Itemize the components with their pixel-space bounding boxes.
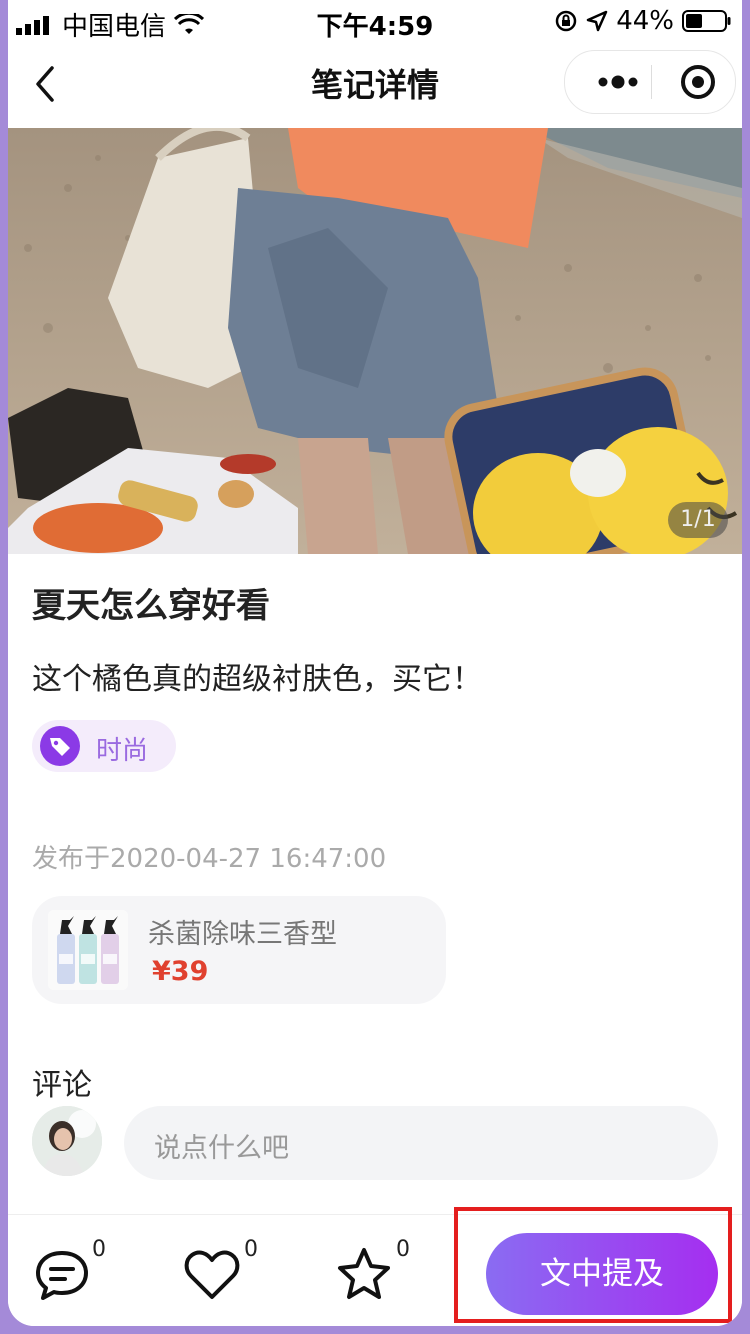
location-icon — [586, 10, 608, 32]
phone-screen: 中国电信 下午4:59 44% 笔记详情 1/1 夏天怎么穿好看 这个橘色真的超… — [8, 0, 742, 1326]
comments-heading: 评论 — [32, 1068, 92, 1103]
heart-icon — [184, 1250, 240, 1299]
orientation-lock-icon — [555, 10, 577, 32]
product-card[interactable]: 杀菌除味三香型 ¥39 — [32, 896, 446, 1004]
like-count: 0 — [244, 1237, 258, 1262]
avatar — [32, 1106, 102, 1176]
comment-icon — [36, 1251, 88, 1300]
favorite-button[interactable]: 0 — [334, 1233, 424, 1313]
nav-bar: 笔记详情 — [8, 44, 742, 128]
publish-time: 发布于2020-04-27 16:47:00 — [32, 844, 387, 874]
favorite-count: 0 — [396, 1237, 410, 1262]
comment-input[interactable]: 说点什么吧 — [124, 1106, 718, 1180]
product-price: ¥39 — [152, 956, 209, 987]
more-button[interactable] — [587, 51, 649, 113]
note-photo[interactable]: 1/1 — [8, 128, 742, 554]
comment-placeholder: 说点什么吧 — [154, 1133, 289, 1164]
close-mini-program-button[interactable] — [667, 51, 729, 113]
status-bar: 中国电信 下午4:59 44% — [8, 0, 742, 44]
comment-count: 0 — [92, 1237, 106, 1262]
product-name: 杀菌除味三香型 — [148, 919, 337, 950]
tag-label: 时尚 — [96, 736, 149, 766]
capsule-divider — [651, 65, 652, 99]
status-right: 44% — [554, 6, 732, 36]
more-dots-icon — [598, 75, 638, 89]
mini-program-capsule — [564, 50, 736, 114]
tag-icon — [40, 726, 80, 766]
mentioned-products-button[interactable]: 文中提及 — [486, 1233, 718, 1315]
comment-button[interactable]: 0 — [32, 1233, 122, 1313]
note-description: 这个橘色真的超级衬肤色，买它！ — [32, 662, 482, 697]
star-icon — [338, 1248, 390, 1299]
bottom-action-bar: 0 0 0 文中提及 — [8, 1207, 742, 1326]
like-button[interactable]: 0 — [182, 1233, 272, 1313]
target-icon — [681, 65, 715, 99]
battery-percent: 44% — [616, 6, 674, 36]
image-counter: 1/1 — [668, 502, 728, 538]
note-title: 夏天怎么穿好看 — [32, 586, 270, 626]
battery-icon — [682, 10, 731, 32]
beach-photo — [8, 128, 742, 554]
product-thumbnail — [48, 910, 128, 990]
topic-tag[interactable]: 时尚 — [32, 720, 176, 772]
